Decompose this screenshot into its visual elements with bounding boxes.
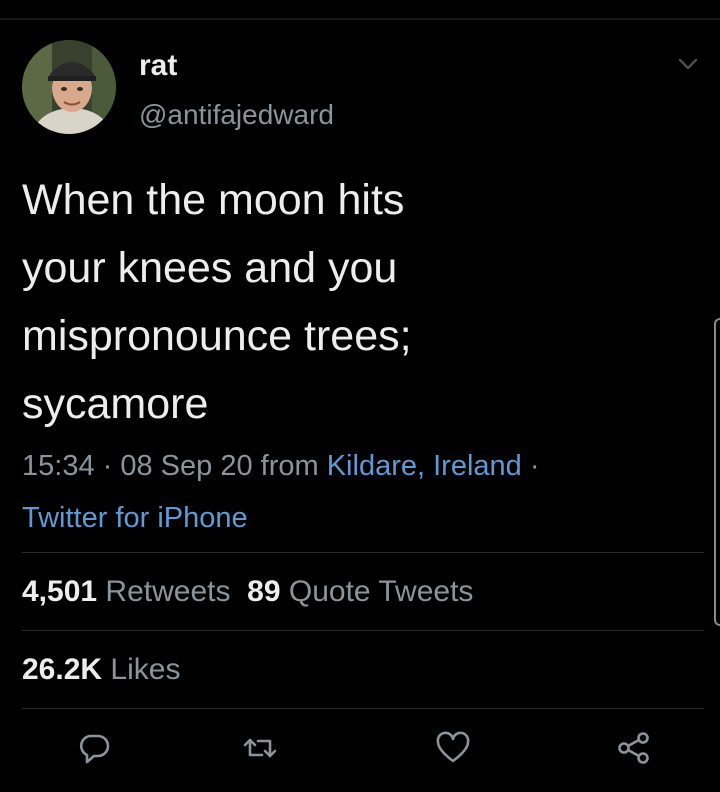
likes-label: Likes <box>110 653 181 686</box>
meta-from: from <box>252 450 327 482</box>
tweet-text: When the moon hits your knees and you mi… <box>22 176 412 428</box>
share-icon <box>618 732 649 764</box>
profile-photo-icon <box>22 40 116 134</box>
reply-button[interactable] <box>72 728 116 768</box>
divider <box>22 630 704 631</box>
retweet-icon <box>243 738 277 758</box>
engagement-stats: 4,501 Retweets 89 Quote Tweets <box>22 570 473 614</box>
meta-separator: · <box>94 450 121 482</box>
top-divider <box>0 18 720 20</box>
likes-count: 26.2K <box>22 653 103 686</box>
quotes-label: Quote Tweets <box>288 575 474 608</box>
source-link[interactable]: Twitter for iPhone <box>22 502 248 534</box>
tweet-date: 08 Sep 20 <box>120 450 253 482</box>
quote-tweets-stat[interactable]: 89 Quote Tweets <box>247 575 473 608</box>
share-button[interactable] <box>612 728 656 768</box>
retweets-stat[interactable]: 4,501 Retweets <box>22 575 230 608</box>
divider <box>22 708 704 709</box>
chevron-down-icon[interactable] <box>675 54 701 74</box>
tweet-meta: 15:34 · 08 Sep 20 from Kildare, Ireland … <box>22 440 702 544</box>
tweet-time: 15:34 <box>22 450 95 482</box>
speech-bubble-icon <box>79 734 110 764</box>
meta-separator: · <box>521 450 540 482</box>
display-name[interactable]: rat <box>139 48 177 84</box>
user-handle[interactable]: @antifajedward <box>139 98 334 132</box>
tweet-card: rat @antifajedward When the moon hits yo… <box>0 0 720 792</box>
retweets-count: 4,501 <box>22 575 98 608</box>
divider <box>22 552 704 553</box>
location-link[interactable]: Kildare, Ireland <box>327 450 522 482</box>
retweets-label: Retweets <box>105 575 231 608</box>
avatar[interactable] <box>22 40 116 134</box>
scrollbar-edge[interactable] <box>714 318 720 626</box>
quotes-count: 89 <box>247 575 281 608</box>
like-button[interactable] <box>431 728 475 768</box>
retweet-button[interactable] <box>238 728 282 768</box>
heart-icon <box>436 731 470 763</box>
likes-stat[interactable]: 26.2K Likes <box>22 648 180 692</box>
